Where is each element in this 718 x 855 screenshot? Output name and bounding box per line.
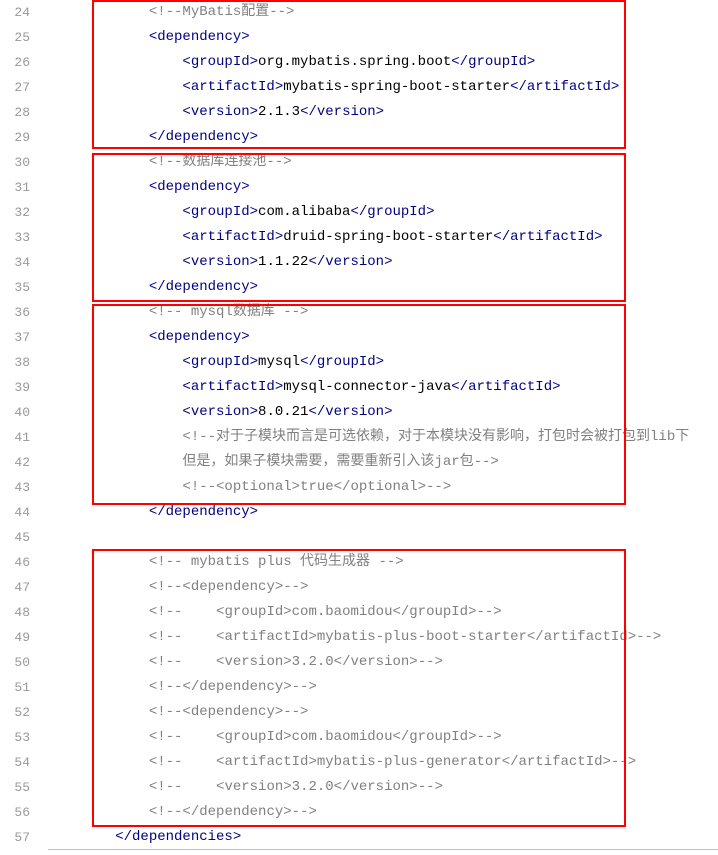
code-line: [48, 525, 718, 550]
code-line: <artifactId>mybatis-spring-boot-starter<…: [48, 75, 718, 100]
xml-comment: <!--对于子模块而言是可选依赖，对于本模块没有影响，打包时会被打包到lib下: [182, 429, 689, 445]
xml-tag: </dependencies>: [115, 829, 241, 845]
xml-tag: </dependency>: [149, 129, 258, 145]
code-line: </dependency>: [48, 275, 718, 300]
code-line: <!--<dependency>-->: [48, 575, 718, 600]
code-line: </dependency>: [48, 500, 718, 525]
code-line: </dependencies>: [48, 825, 718, 850]
code-line: <groupId>org.mybatis.spring.boot</groupI…: [48, 50, 718, 75]
code-line: <!--MyBatis配置-->: [48, 0, 718, 25]
code-line: <!-- <artifactId>mybatis-plus-generator<…: [48, 750, 718, 775]
xml-comment: <!--数据库连接池-->: [149, 154, 292, 170]
code-line: <!-- <artifactId>mybatis-plus-boot-start…: [48, 625, 718, 650]
code-line: <!--<optional>true</optional>-->: [48, 475, 718, 500]
code-area: <!--MyBatis配置--> <dependency> <groupId>o…: [48, 0, 718, 850]
code-line: <version>1.1.22</version>: [48, 250, 718, 275]
code-line: <dependency>: [48, 25, 718, 50]
code-line: <!--</dependency>-->: [48, 800, 718, 825]
xml-tag: <dependency>: [149, 329, 250, 345]
code-line: <!-- mybatis plus 代码生成器 -->: [48, 550, 718, 575]
code-line: <artifactId>mysql-connector-java</artifa…: [48, 375, 718, 400]
code-line: <!-- <groupId>com.baomidou</groupId>-->: [48, 600, 718, 625]
line-number-gutter: 2425262728293031323334353637383940414243…: [0, 0, 48, 850]
code-line: <dependency>: [48, 175, 718, 200]
xml-comment: <!--MyBatis配置-->: [149, 4, 295, 20]
xml-tag: </dependency>: [149, 504, 258, 520]
code-line: <groupId>mysql</groupId>: [48, 350, 718, 375]
xml-comment: <!--<optional>true</optional>-->: [182, 479, 451, 495]
xml-tag: <dependency>: [149, 29, 250, 45]
code-line: <!--数据库连接池-->: [48, 150, 718, 175]
xml-comment: 但是，如果子模块需要，需要重新引入该jar包-->: [182, 454, 498, 470]
code-line: <!-- <groupId>com.baomidou</groupId>-->: [48, 725, 718, 750]
code-line: <artifactId>druid-spring-boot-starter</a…: [48, 225, 718, 250]
code-line: <groupId>com.alibaba</groupId>: [48, 200, 718, 225]
code-line: <!-- <version>3.2.0</version>-->: [48, 650, 718, 675]
code-line: <!--</dependency>-->: [48, 675, 718, 700]
code-line: <version>2.1.3</version>: [48, 100, 718, 125]
code-line: </dependency>: [48, 125, 718, 150]
xml-tag: </dependency>: [149, 279, 258, 295]
xml-comment: <!-- mysql数据库 -->: [149, 304, 309, 320]
code-line: <dependency>: [48, 325, 718, 350]
code-line: <!-- mysql数据库 -->: [48, 300, 718, 325]
xml-tag: <dependency>: [149, 179, 250, 195]
code-line: 但是，如果子模块需要，需要重新引入该jar包-->: [48, 450, 718, 475]
code-line: <!-- <version>3.2.0</version>-->: [48, 775, 718, 800]
code-line: <!--<dependency>-->: [48, 700, 718, 725]
code-line: <!--对于子模块而言是可选依赖，对于本模块没有影响，打包时会被打包到lib下: [48, 425, 718, 450]
code-line: <version>8.0.21</version>: [48, 400, 718, 425]
xml-comment: <!-- mybatis plus 代码生成器 -->: [149, 554, 404, 570]
